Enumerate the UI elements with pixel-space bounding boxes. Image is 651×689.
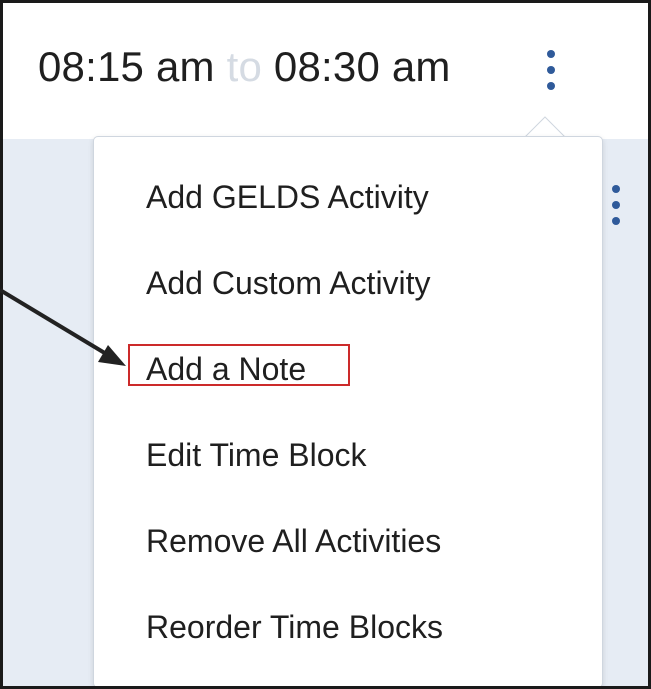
- menu-item-remove-all-activities[interactable]: Remove All Activities: [146, 521, 441, 561]
- kebab-menu-icon[interactable]: [544, 46, 558, 98]
- dropdown-menu: Add GELDS Activity Add Custom Activity A…: [93, 136, 603, 686]
- activity-kebab-menu-icon[interactable]: [609, 181, 623, 233]
- start-time: 08:15 am: [38, 43, 215, 90]
- menu-item-reorder-time-blocks[interactable]: Reorder Time Blocks: [146, 607, 443, 647]
- menu-item-edit-time-block[interactable]: Edit Time Block: [146, 435, 367, 475]
- menu-item-add-gelds-activity[interactable]: Add GELDS Activity: [146, 177, 429, 217]
- menu-item-add-custom-activity[interactable]: Add Custom Activity: [146, 263, 431, 303]
- end-time: 08:30 am: [273, 43, 451, 90]
- highlight-box: [128, 344, 350, 386]
- time-range: 08:15 am to 08:30 am: [38, 43, 451, 91]
- time-separator: to: [226, 43, 263, 90]
